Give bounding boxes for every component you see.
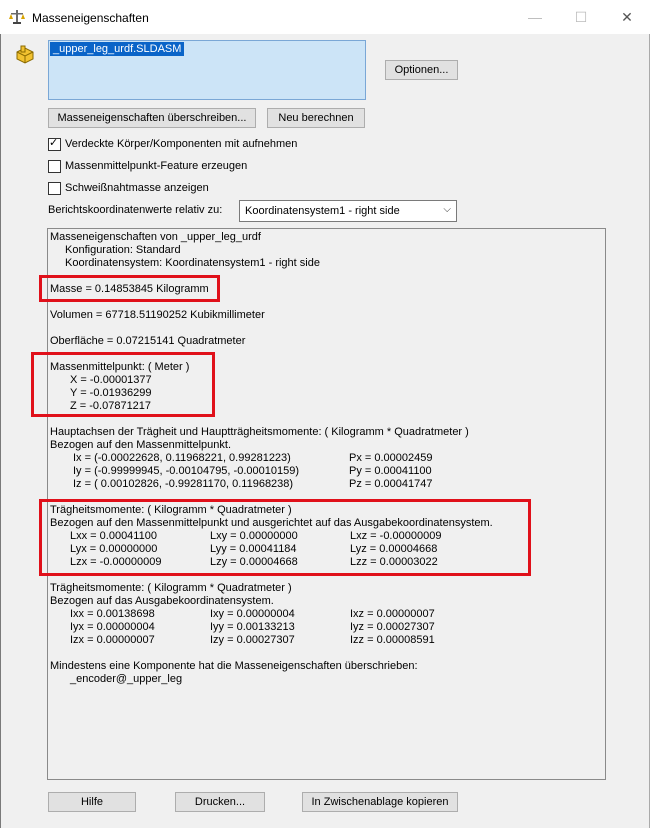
principal-moment-pz: Pz = 0.00041747: [349, 478, 433, 490]
show-weld-mass-option[interactable]: Schweißnahtmasse anzeigen: [48, 180, 209, 196]
inertia-highlight-box: [39, 499, 531, 576]
checkbox-label: Verdeckte Körper/Komponenten mit aufnehm…: [65, 138, 298, 150]
create-com-feature-checkbox[interactable]: [48, 159, 61, 173]
surface-area-value: Oberfläche = 0.07215141 Quadratmeter: [50, 335, 246, 347]
volume-value: Volumen = 67718.51190252 Kubikmillimeter: [50, 309, 265, 321]
report-title: Masseneigenschaften von _upper_leg_urdf: [50, 231, 261, 243]
assembly-icon: [16, 45, 34, 64]
inertia-out-ixz: Ixz = 0.00000007: [350, 608, 435, 620]
include-hidden-bodies-checkbox[interactable]: ✓: [48, 136, 61, 151]
inertia-output-title: Trägheitsmomente: ( Kilogramm * Quadratm…: [50, 582, 292, 594]
checkmark-icon: ✓: [49, 136, 59, 149]
mass-properties-icon: [9, 10, 25, 24]
override-mass-properties-button[interactable]: Masseneigenschaften überschreiben...: [48, 108, 256, 128]
inertia-out-ixy: Ixy = 0.00000004: [210, 608, 295, 620]
title-bar[interactable]: Masseneigenschaften — ☐ ✕: [0, 0, 650, 34]
inertia-out-izy: Izy = 0.00027307: [210, 634, 295, 646]
principal-axes-reference: Bezogen auf den Massenmittelpunkt.: [50, 439, 232, 451]
mass-highlight-box: [39, 275, 220, 302]
override-component: _encoder@_upper_leg: [70, 673, 183, 685]
report-coordinate-system: Koordinatensystem: Koordinatensystem1 - …: [65, 257, 320, 269]
print-button[interactable]: Drucken...: [175, 792, 265, 812]
inertia-out-iyz: Iyz = 0.00027307: [350, 621, 435, 633]
principal-axis-ix: Ix = (-0.00022628, 0.11968221, 0.9928122…: [73, 452, 291, 464]
list-item[interactable]: _upper_leg_urdf.SLDASM: [50, 42, 185, 56]
minimize-button[interactable]: —: [512, 0, 558, 34]
principal-axes-title: Hauptachsen der Trägheit und Hauptträghe…: [50, 426, 469, 438]
coordinate-system-value: Koordinatensystem1 - right side: [245, 205, 400, 217]
report-configuration: Konfiguration: Standard: [65, 244, 181, 256]
principal-axis-iz: Iz = ( 0.00102826, -0.99281170, 0.119682…: [73, 478, 294, 490]
inertia-out-izz: Izz = 0.00008591: [350, 634, 435, 646]
show-weld-mass-checkbox[interactable]: [48, 181, 61, 195]
inertia-out-izx: Izx = 0.00000007: [70, 634, 155, 646]
copy-to-clipboard-button[interactable]: In Zwischenablage kopieren: [302, 792, 458, 812]
coordinate-system-label: Berichtskoordinatenwerte relativ zu:: [48, 204, 223, 216]
options-button[interactable]: Optionen...: [385, 60, 458, 80]
close-button[interactable]: ✕: [604, 0, 650, 34]
inertia-output-reference: Bezogen auf das Ausgabekoordinatensystem…: [50, 595, 274, 607]
window-title: Masseneigenschaften: [32, 11, 149, 25]
override-note: Mindestens eine Komponente hat die Masse…: [50, 660, 418, 672]
include-hidden-bodies-option[interactable]: ✓ Verdeckte Körper/Komponenten mit aufne…: [48, 136, 297, 152]
selected-items-list[interactable]: _upper_leg_urdf.SLDASM: [48, 40, 366, 100]
checkbox-label: Massenmittelpunkt-Feature erzeugen: [65, 160, 248, 172]
chevron-down-icon: ⌵: [443, 204, 451, 215]
window-border-left: [0, 34, 1, 828]
create-com-feature-option[interactable]: Massenmittelpunkt-Feature erzeugen: [48, 158, 247, 174]
inertia-out-iyx: Iyx = 0.00000004: [70, 621, 155, 633]
recalculate-button[interactable]: Neu berechnen: [267, 108, 365, 128]
principal-axis-iy: Iy = (-0.99999945, -0.00104795, -0.00010…: [73, 465, 299, 477]
maximize-button[interactable]: ☐: [558, 0, 604, 34]
checkbox-label: Schweißnahtmasse anzeigen: [65, 182, 209, 194]
help-button[interactable]: Hilfe: [48, 792, 136, 812]
inertia-out-ixx: Ixx = 0.00138698: [70, 608, 155, 620]
principal-moment-px: Px = 0.00002459: [349, 452, 433, 464]
inertia-out-iyy: Iyy = 0.00133213: [210, 621, 295, 633]
center-of-mass-highlight-box: [31, 352, 215, 417]
coordinate-system-select[interactable]: Koordinatensystem1 - right side ⌵: [239, 200, 457, 222]
principal-moment-py: Py = 0.00041100: [349, 465, 432, 477]
